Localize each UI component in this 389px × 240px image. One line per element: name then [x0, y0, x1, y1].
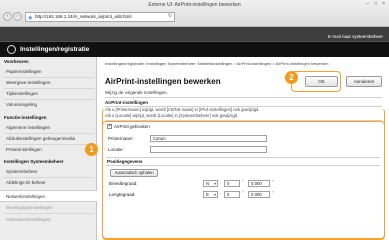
- sidebar-item-time[interactable]: Tijdsinstellingen: [0, 89, 97, 99]
- url-text: http://192.168.1.24/m_network_airprint_e…: [35, 14, 132, 19]
- sidebar-item-volume[interactable]: Volumeregeling: [0, 100, 97, 110]
- longitude-degree-input[interactable]: 0: [224, 191, 240, 198]
- sidebar-item-network[interactable]: Netwerkinstellingen: [0, 190, 97, 202]
- refresh-icon[interactable]: ↻: [168, 13, 172, 19]
- longitude-separator: ·: [220, 191, 222, 196]
- mail-admin-link[interactable]: E-mail naar systeembeheer: [328, 34, 383, 39]
- sidebar-item-users[interactable]: Gebruikersinstellingen: [0, 215, 97, 225]
- sidebar-head-preferences: Voorkeuren: [4, 59, 29, 64]
- maximize-icon[interactable]: □: [374, 1, 377, 7]
- sidebar-head-functions: Functie-instellingen: [4, 115, 47, 120]
- printer-name-input[interactable]: Canon: [150, 135, 267, 142]
- longitude-decimal-input[interactable]: 0.000: [248, 191, 270, 198]
- settings-bar: Instellingen/registratie: [0, 41, 389, 57]
- sidebar-item-display[interactable]: Weergave-instellingen: [0, 78, 97, 88]
- longitude-direction-select[interactable]: E ▾: [203, 191, 218, 198]
- breadcrumb: Instellingen/registratie: Instellingen S…: [105, 61, 329, 66]
- latitude-degree-symbol: °: [242, 179, 244, 184]
- minimize-icon[interactable]: –: [366, 1, 369, 7]
- settings-title: Instellingen/registratie: [20, 46, 90, 53]
- position-section-title: Positiegegevens: [107, 159, 143, 164]
- back-button[interactable]: ‹: [3, 12, 12, 21]
- browser-chrome: Externe UI: AirPrint-instellingen bewerk…: [0, 0, 389, 27]
- sidebar-head-admin: Instellingen Systeembeheer: [4, 159, 64, 164]
- longitude-degree-symbol: °: [242, 190, 244, 195]
- latitude-separator: ·: [220, 180, 222, 185]
- longitude-direction-value: E: [206, 192, 209, 197]
- cancel-button[interactable]: Annuleren: [346, 76, 382, 87]
- sidebar-item-printer[interactable]: Printerinstellingen: [0, 145, 97, 155]
- latitude-label: Breedtegraad:: [109, 181, 138, 186]
- chevron-down-icon: ▾: [213, 192, 216, 197]
- airprint-checkbox[interactable]: ✓: [107, 124, 112, 129]
- close-icon[interactable]: ×: [382, 1, 385, 7]
- sidebar-item-general[interactable]: Algemene instellingen: [0, 123, 97, 133]
- callout-1: 1: [85, 143, 98, 156]
- ok-button[interactable]: OK: [305, 76, 338, 87]
- sidebar-item-security[interactable]: Beveiligingsinstellingen: [0, 203, 97, 213]
- location-label: Locatie:: [108, 147, 124, 152]
- main-content: Instellingen/registratie: Instellingen S…: [85, 57, 389, 240]
- sidebar-item-system-admin[interactable]: Systeembeheer: [0, 167, 97, 177]
- auto-fetch-button[interactable]: Automatisch ophalen: [110, 169, 158, 177]
- location-input[interactable]: [150, 146, 267, 153]
- forward-button[interactable]: ›: [13, 12, 22, 21]
- latitude-decimal-input[interactable]: 0.000: [248, 180, 270, 187]
- longitude-decimal-symbol: °: [272, 190, 274, 195]
- sidebar-item-paper[interactable]: Papierinstellingen: [0, 67, 97, 77]
- latitude-direction-value: N: [206, 181, 210, 186]
- globe-icon: ◉: [28, 15, 33, 21]
- latitude-direction-select[interactable]: N ▾: [203, 180, 218, 187]
- page-title: AirPrint-instellingen bewerken: [105, 77, 221, 86]
- window-title: Externe UI: AirPrint-instellingen bewerk…: [148, 2, 241, 8]
- page-subtitle: Wijzig de volgende instellingen.: [105, 90, 168, 95]
- latitude-decimal-symbol: °: [272, 179, 274, 184]
- chevron-down-icon: ▾: [213, 181, 216, 186]
- airprint-checkbox-label: AirPrint gebruiken: [114, 124, 150, 129]
- sidebar-item-memory-print[interactable]: Afdrukinstellingen geheugenmedia: [0, 134, 97, 144]
- sidebar-item-dept-id[interactable]: Afdelings-ID beheer: [0, 178, 97, 188]
- address-bar[interactable]: ◉ http://192.168.1.24/m_network_airprint…: [25, 12, 175, 22]
- printer-name-label: Printernaam:: [108, 136, 134, 141]
- window-controls: – □ ×: [366, 1, 385, 7]
- latitude-degree-input[interactable]: 0: [224, 180, 240, 187]
- settings-icon: [7, 45, 16, 54]
- longitude-label: Lengtegraad:: [109, 192, 136, 197]
- airprint-section-title: AirPrint-instellingen: [105, 100, 149, 105]
- callout-2: 2: [285, 71, 298, 84]
- sidebar: Voorkeuren Papierinstellingen Weergave-i…: [0, 57, 97, 240]
